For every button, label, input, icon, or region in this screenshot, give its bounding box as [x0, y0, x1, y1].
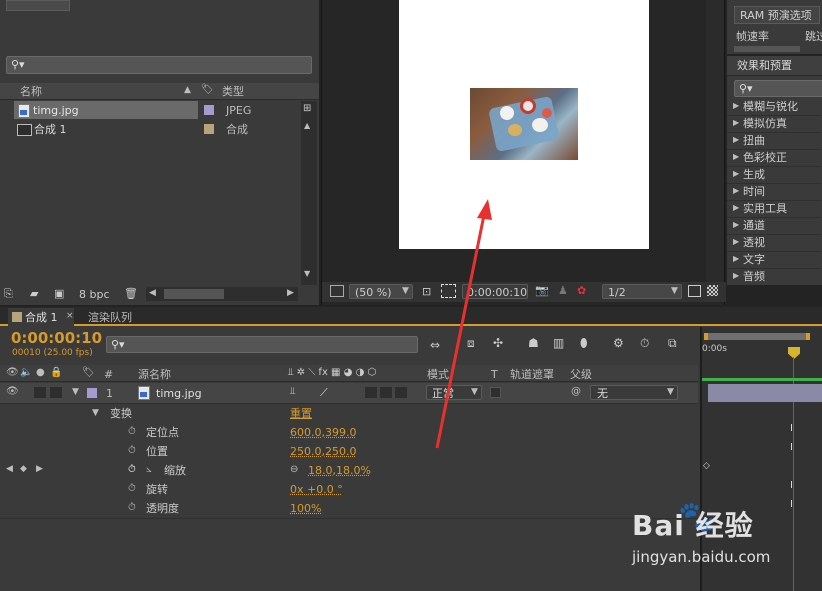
baidu-watermark: 🐾 Bai 经验 jingyan.baidu.com [600, 490, 822, 591]
watermark-brand: Bai 经验 [632, 509, 754, 542]
watermark-url: jingyan.baidu.com [632, 548, 771, 566]
